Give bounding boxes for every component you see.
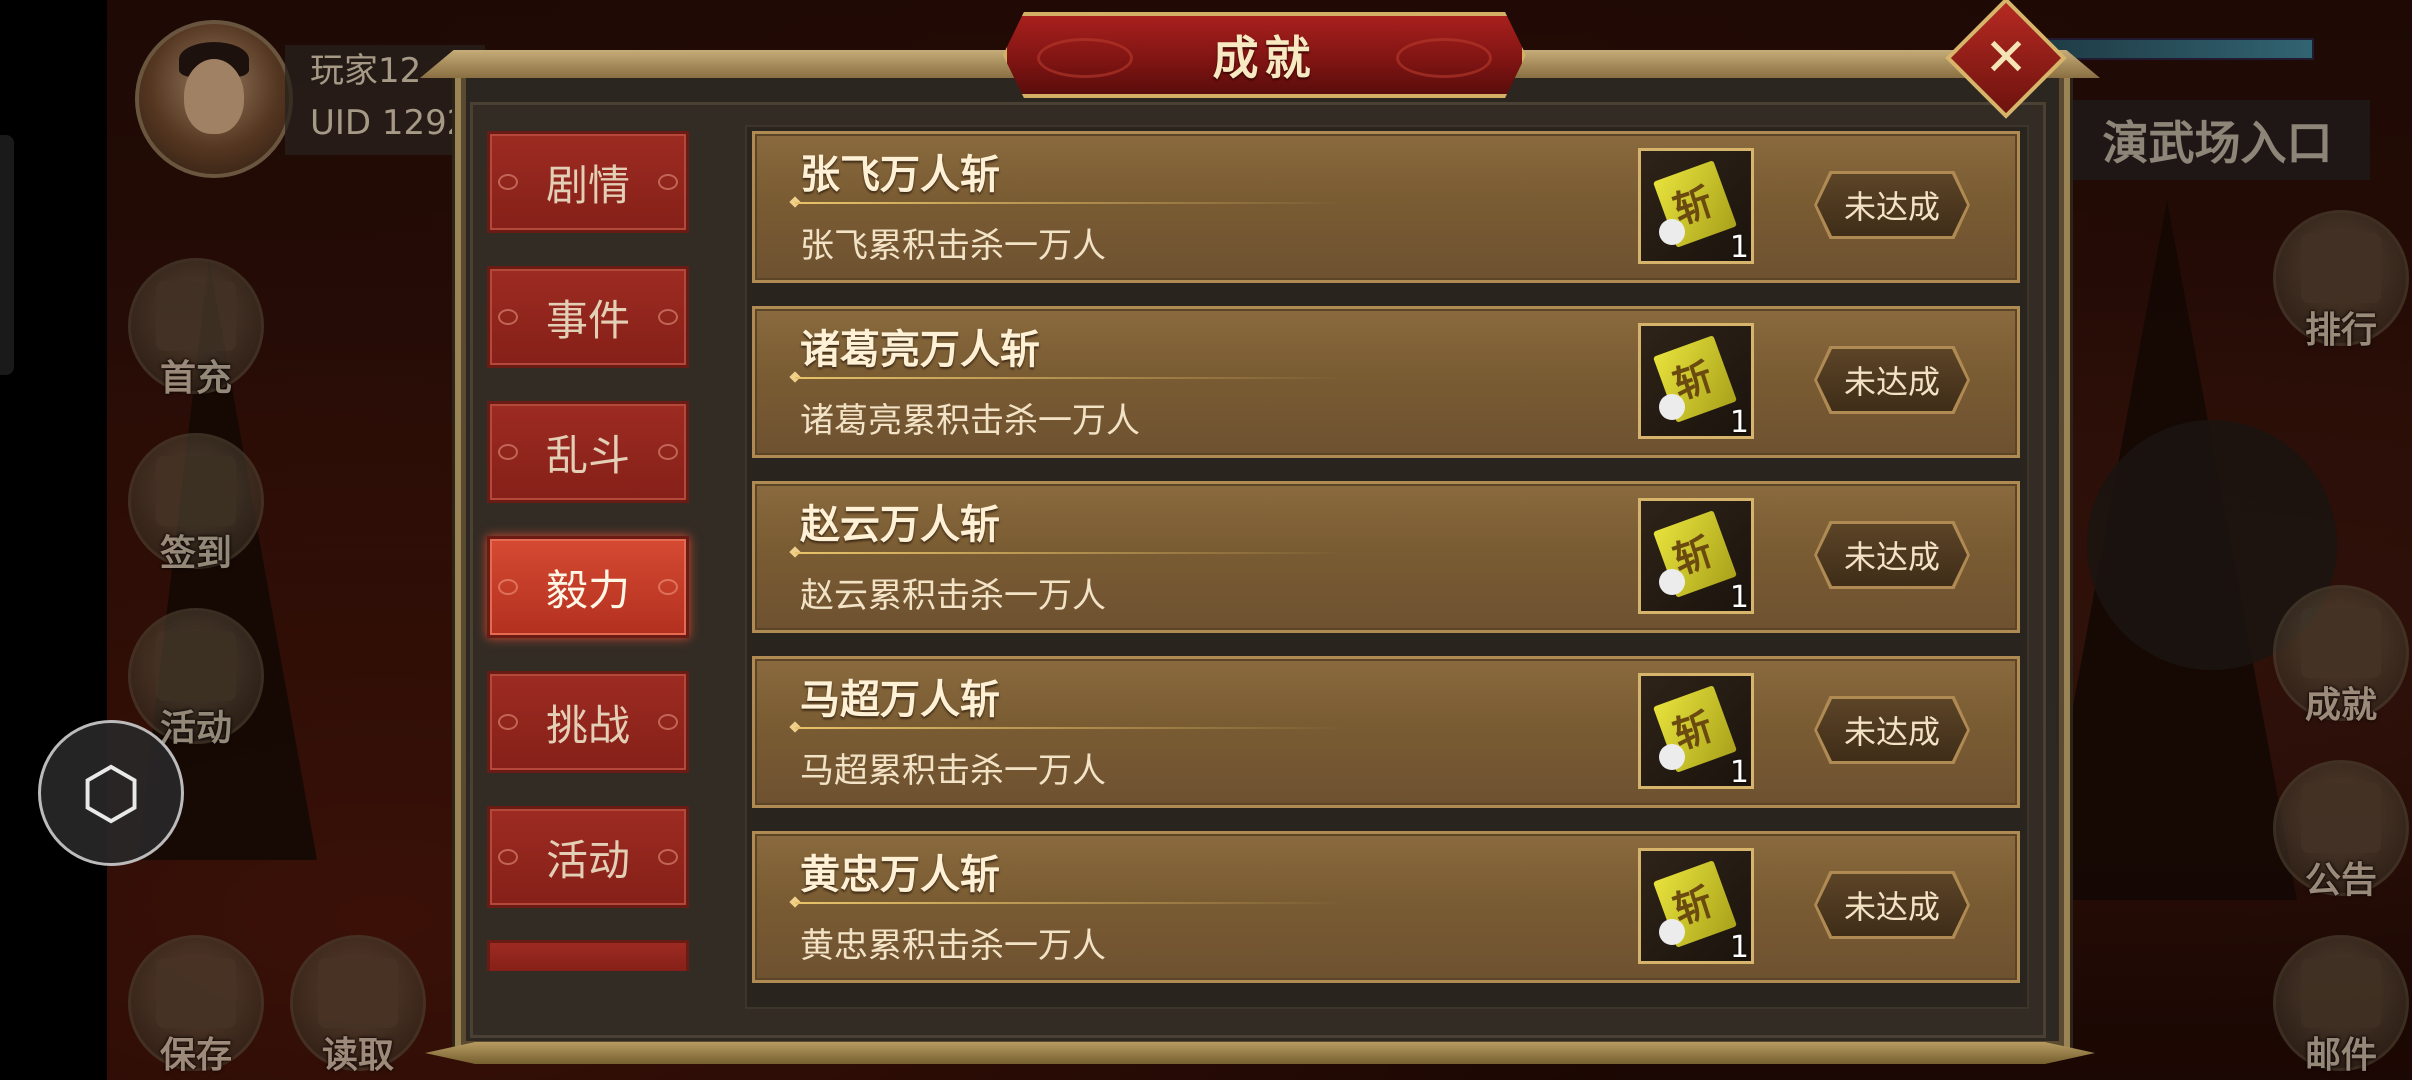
tab-label: 剧情 [545, 160, 630, 210]
achievement-desc: 诸葛亮累积击杀一万人 [800, 401, 1140, 441]
reward-count: 1 [1729, 405, 1749, 440]
tab-label: 毅力 [545, 565, 630, 615]
tab-ornament [498, 849, 518, 865]
title-swirl-left [1037, 38, 1133, 78]
status-button[interactable]: 未达成 [1817, 699, 1967, 761]
achievement-row: 张飞万人斩 张飞累积击杀一万人 斩 1 未达成 [752, 131, 2020, 283]
scroll-icon [156, 456, 236, 526]
tab-label: 事件 [545, 295, 630, 345]
divider-line [795, 552, 1345, 554]
event-button[interactable]: 活动 [128, 608, 264, 749]
status-button[interactable]: 未达成 [1817, 174, 1967, 236]
tab-story[interactable]: 剧情 [487, 131, 689, 233]
achievement-row: 诸葛亮万人斩 诸葛亮累积击杀一万人 斩 1 未达成 [752, 306, 2020, 458]
resource-bar [2040, 38, 2314, 60]
dialog-title-plate: 成就 [1003, 12, 1526, 98]
tab-ornament [498, 714, 518, 730]
achievement-name: 张飞万人斩 [800, 152, 1000, 198]
achievement-row: 马超万人斩 马超累积击杀一万人 斩 1 未达成 [752, 656, 2020, 808]
achievement-row: 赵云万人斩 赵云累积击杀一万人 斩 1 未达成 [752, 481, 2020, 633]
ranking-icon [2301, 233, 2381, 303]
tab-label: 活动 [545, 835, 630, 885]
divider-line [795, 902, 1345, 904]
tab-label: 挑战 [545, 700, 630, 750]
save-button[interactable]: 保存 [128, 935, 264, 1076]
achievement-name: 马超万人斩 [800, 677, 1000, 723]
close-icon[interactable]: ✕ [1963, 15, 2049, 101]
tab-challenge[interactable]: 挑战 [487, 671, 689, 773]
mail-button[interactable]: 邮件 [2273, 935, 2409, 1076]
divider-line [795, 202, 1345, 204]
reward-count: 1 [1729, 580, 1749, 615]
reward-item[interactable]: 斩 1 [1638, 848, 1754, 965]
status-button[interactable]: 未达成 [1817, 874, 1967, 936]
system-edge-handle[interactable] [0, 135, 14, 375]
achievement-button[interactable]: 成就 [2273, 585, 2409, 726]
tab-ornament [498, 444, 518, 460]
treasure-icon [156, 631, 236, 701]
status-button[interactable]: 未达成 [1817, 349, 1967, 411]
cube-icon: ⬡ [80, 752, 142, 834]
reward-item[interactable]: 斩 1 [1638, 148, 1754, 265]
player-avatar[interactable] [135, 20, 293, 178]
reward-count: 1 [1729, 230, 1749, 265]
load-button[interactable]: 读取 [290, 935, 426, 1076]
ranking-button[interactable]: 排行 [2273, 210, 2409, 351]
tab-ornament [498, 174, 518, 190]
achievement-desc: 张飞累积击杀一万人 [800, 226, 1106, 266]
notice-button[interactable]: 公告 [2273, 760, 2409, 901]
first-recharge-label: 首充 [159, 358, 232, 399]
tab-ornament [498, 579, 518, 595]
reward-item[interactable]: 斩 1 [1638, 498, 1754, 615]
tab-ornament [498, 309, 518, 325]
achievement-icon [2301, 608, 2381, 678]
tab-label: 乱斗 [545, 430, 630, 480]
achievement-name: 赵云万人斩 [800, 502, 1000, 548]
load-label: 读取 [321, 1035, 394, 1076]
tab-ornament [658, 579, 678, 595]
achievement-desc: 黄忠累积击杀一万人 [800, 926, 1106, 966]
reward-item[interactable]: 斩 1 [1638, 673, 1754, 790]
tab-activity[interactable]: 活动 [487, 806, 689, 908]
ranking-label: 排行 [2304, 310, 2377, 351]
tab-more-partial[interactable] [487, 940, 689, 971]
sign-in-label: 签到 [159, 533, 232, 574]
divider-line [795, 377, 1345, 379]
mail-label: 邮件 [2304, 1035, 2377, 1076]
dialog-bottom-ornament [425, 1042, 2095, 1064]
tab-perseverance[interactable]: 毅力 [487, 536, 689, 638]
divider-line [795, 727, 1345, 729]
save-icon [156, 958, 236, 1028]
load-icon [318, 958, 398, 1028]
achievement-name: 诸葛亮万人斩 [800, 327, 1040, 373]
notice-label: 公告 [2304, 860, 2377, 901]
arena-entrance-label[interactable]: 演武场入口 [2065, 100, 2370, 180]
reward-item[interactable]: 斩 1 [1638, 323, 1754, 440]
title-swirl-right [1396, 38, 1492, 78]
floating-menu-button[interactable]: ⬡ [38, 720, 184, 866]
reward-count: 1 [1729, 755, 1749, 790]
tab-ornament [658, 849, 678, 865]
avatar-face [184, 59, 244, 134]
achievement-desc: 马超累积击杀一万人 [800, 751, 1106, 791]
reward-count: 1 [1729, 930, 1749, 965]
tab-ornament [658, 714, 678, 730]
tab-brawl[interactable]: 乱斗 [487, 401, 689, 503]
save-label: 保存 [159, 1035, 232, 1076]
sign-in-button[interactable]: 签到 [128, 433, 264, 574]
achievement-desc: 赵云累积击杀一万人 [800, 576, 1106, 616]
notice-icon [2301, 783, 2381, 853]
dialog-title: 成就 [1212, 31, 1317, 85]
mail-icon [2301, 958, 2381, 1028]
achievement-label: 成就 [2304, 685, 2377, 726]
achievement-name: 黄忠万人斩 [800, 852, 1000, 898]
tab-ornament [658, 444, 678, 460]
tab-event[interactable]: 事件 [487, 266, 689, 368]
achievement-row: 黄忠万人斩 黄忠累积击杀一万人 斩 1 未达成 [752, 831, 2020, 983]
tab-ornament [658, 309, 678, 325]
gift-icon [156, 281, 236, 351]
tab-ornament [658, 174, 678, 190]
status-button[interactable]: 未达成 [1817, 524, 1967, 586]
first-recharge-button[interactable]: 首充 [128, 258, 264, 399]
